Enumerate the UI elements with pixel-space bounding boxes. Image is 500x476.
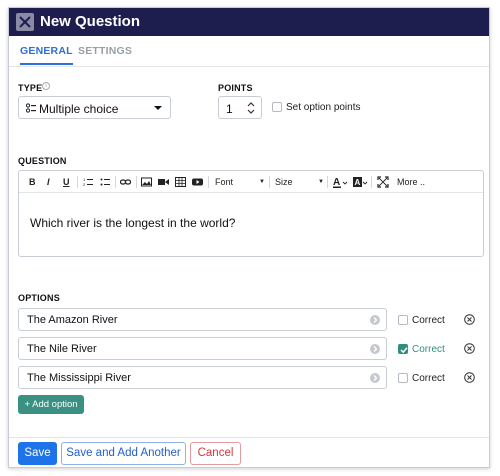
toolbar-divider — [371, 176, 372, 188]
set-option-points-label: Set option points — [286, 102, 361, 113]
dialog-title: New Question — [40, 13, 141, 30]
option-input[interactable]: The Amazon River — [18, 308, 387, 331]
set-option-points-checkbox[interactable] — [272, 102, 282, 112]
background-color-icon[interactable]: A — [353, 175, 369, 189]
options-label: OPTIONS — [18, 293, 60, 303]
points-label: POINTS — [218, 83, 253, 93]
size-caret-icon: ▼ — [318, 179, 324, 185]
check-icon — [400, 347, 408, 354]
tab-settings[interactable]: SETTINGS — [78, 45, 132, 57]
points-value: 1 — [226, 102, 233, 116]
toolbar-divider — [269, 176, 270, 188]
option-text: The Nile River — [27, 343, 97, 355]
svg-text:A: A — [355, 178, 361, 187]
svg-text:A: A — [333, 177, 340, 188]
question-type-select[interactable]: Multiple choice — [18, 96, 171, 119]
bold-button[interactable]: B — [29, 175, 36, 189]
option-text: The Amazon River — [27, 314, 118, 326]
new-question-dialog: New Question GENERAL SETTINGS TYPE i Mul… — [8, 7, 490, 468]
correct-checkbox[interactable] — [398, 373, 408, 383]
ordered-list-icon[interactable]: 1 2 — [83, 175, 93, 189]
points-stepper[interactable]: 1 — [218, 96, 262, 119]
question-text[interactable]: Which river is the longest in the world? — [30, 216, 235, 230]
more-button[interactable]: More .. — [397, 175, 425, 189]
question-label: QUESTION — [18, 156, 67, 166]
fullscreen-icon[interactable] — [377, 175, 389, 189]
underline-button[interactable]: U — [63, 175, 70, 189]
remove-option-icon[interactable] — [464, 314, 475, 325]
tab-bar: GENERAL SETTINGS — [9, 36, 489, 67]
cancel-button[interactable]: Cancel — [190, 442, 241, 465]
option-input[interactable]: The Mississippi River — [18, 366, 387, 389]
option-input[interactable]: The Nile River — [18, 337, 387, 360]
bullet-list-icon[interactable] — [100, 175, 110, 189]
save-button[interactable]: Save — [18, 442, 57, 465]
chevron-down-icon — [154, 106, 162, 110]
video-icon[interactable] — [158, 175, 169, 189]
font-dropdown[interactable]: Font — [215, 175, 233, 189]
editor-toolbar: B I U 1 2 Font ▼ Size ▼ A A More .. — [19, 171, 483, 193]
question-type-value: Multiple choice — [39, 102, 119, 116]
info-icon[interactable]: i — [42, 82, 50, 90]
correct-label: Correct — [412, 315, 445, 326]
toolbar-divider — [115, 176, 116, 188]
save-and-add-another-button[interactable]: Save and Add Another — [61, 442, 186, 465]
close-icon[interactable] — [16, 13, 34, 31]
question-editor[interactable]: B I U 1 2 Font ▼ Size ▼ A A More .. Whic… — [18, 170, 484, 257]
option-text: The Mississippi River — [27, 372, 131, 384]
correct-checkbox[interactable] — [398, 344, 408, 354]
correct-checkbox[interactable] — [398, 315, 408, 325]
toolbar-divider — [327, 176, 328, 188]
font-color-icon[interactable]: A — [333, 175, 349, 189]
title-bar: New Question — [9, 8, 489, 36]
multiple-choice-icon — [26, 103, 36, 113]
correct-label: Correct — [412, 344, 445, 355]
stepper-arrows-icon[interactable] — [247, 101, 255, 115]
toolbar-divider — [208, 176, 209, 188]
youtube-icon[interactable] — [192, 175, 203, 189]
option-arrow-icon[interactable] — [370, 344, 380, 354]
dialog-footer: Save Save and Add Another Cancel — [9, 437, 489, 467]
font-caret-icon: ▼ — [259, 179, 265, 185]
link-icon[interactable] — [120, 175, 131, 189]
tab-general[interactable]: GENERAL — [20, 45, 73, 65]
option-arrow-icon[interactable] — [370, 373, 380, 383]
image-icon[interactable] — [141, 175, 152, 189]
remove-option-icon[interactable] — [464, 343, 475, 354]
italic-button[interactable]: I — [47, 175, 50, 189]
toolbar-divider — [77, 176, 78, 188]
correct-label: Correct — [412, 373, 445, 384]
size-dropdown[interactable]: Size — [275, 175, 293, 189]
option-arrow-icon[interactable] — [370, 315, 380, 325]
toolbar-divider — [136, 176, 137, 188]
svg-text:2: 2 — [83, 182, 86, 187]
add-option-button[interactable]: + Add option — [18, 395, 84, 414]
table-icon[interactable] — [175, 175, 186, 189]
type-label: TYPE — [18, 83, 43, 93]
remove-option-icon[interactable] — [464, 372, 475, 383]
